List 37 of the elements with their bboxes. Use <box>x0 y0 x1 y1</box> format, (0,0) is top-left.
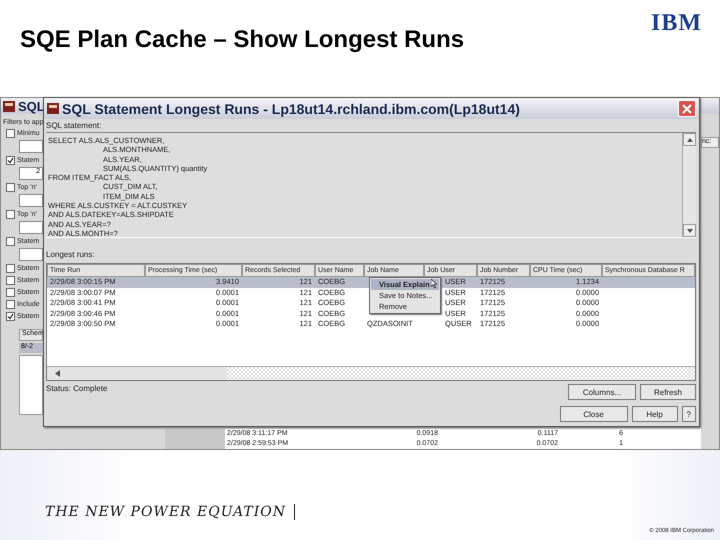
input-field[interactable] <box>19 248 43 261</box>
up-arrow-icon <box>686 138 692 142</box>
checkbox[interactable] <box>6 182 15 192</box>
window-title: SQL Statement Longest Runs - Lp18ut14.rchland.ibm.com(Lp18ut14) <box>62 100 521 116</box>
left-arrow-icon <box>55 370 60 377</box>
tagline: THE NEW POWER EQUATION <box>45 504 296 520</box>
input-field[interactable] <box>19 194 43 207</box>
field-label: Longest runs: <box>46 250 96 261</box>
checkbox[interactable] <box>6 128 15 138</box>
checkbox[interactable] <box>6 264 15 272</box>
action-button[interactable]: ? <box>682 406 696 422</box>
checkbox[interactable] <box>6 312 15 320</box>
input-field[interactable] <box>19 221 43 234</box>
checkbox[interactable] <box>6 288 15 296</box>
pointer-icon <box>431 279 437 288</box>
field-label: SQL statement: <box>46 121 102 132</box>
table-background <box>19 355 43 415</box>
checkbox[interactable] <box>6 276 15 284</box>
close-button[interactable] <box>678 100 696 117</box>
app-icon <box>3 100 15 112</box>
scrollbar[interactable] <box>47 366 695 380</box>
action-button[interactable]: Close <box>560 406 628 422</box>
slide-title: SQE Plan Cache – Show Longest Runs <box>20 26 464 54</box>
checkbox[interactable] <box>6 236 15 246</box>
close-icon <box>682 104 692 114</box>
scrollbar[interactable] <box>682 133 696 237</box>
app-icon <box>47 103 59 114</box>
input-field[interactable] <box>19 140 43 153</box>
action-button[interactable]: Columns... <box>568 384 636 400</box>
action-button[interactable]: Help <box>632 406 678 422</box>
status-text: Status: Complete <box>46 384 108 395</box>
window-title: SQL <box>18 98 45 114</box>
checkbox[interactable] <box>6 156 15 164</box>
checkbox[interactable] <box>6 300 15 308</box>
action-button[interactable]: Refresh <box>640 384 696 400</box>
down-arrow-icon <box>686 228 692 232</box>
checkbox[interactable] <box>6 210 15 218</box>
